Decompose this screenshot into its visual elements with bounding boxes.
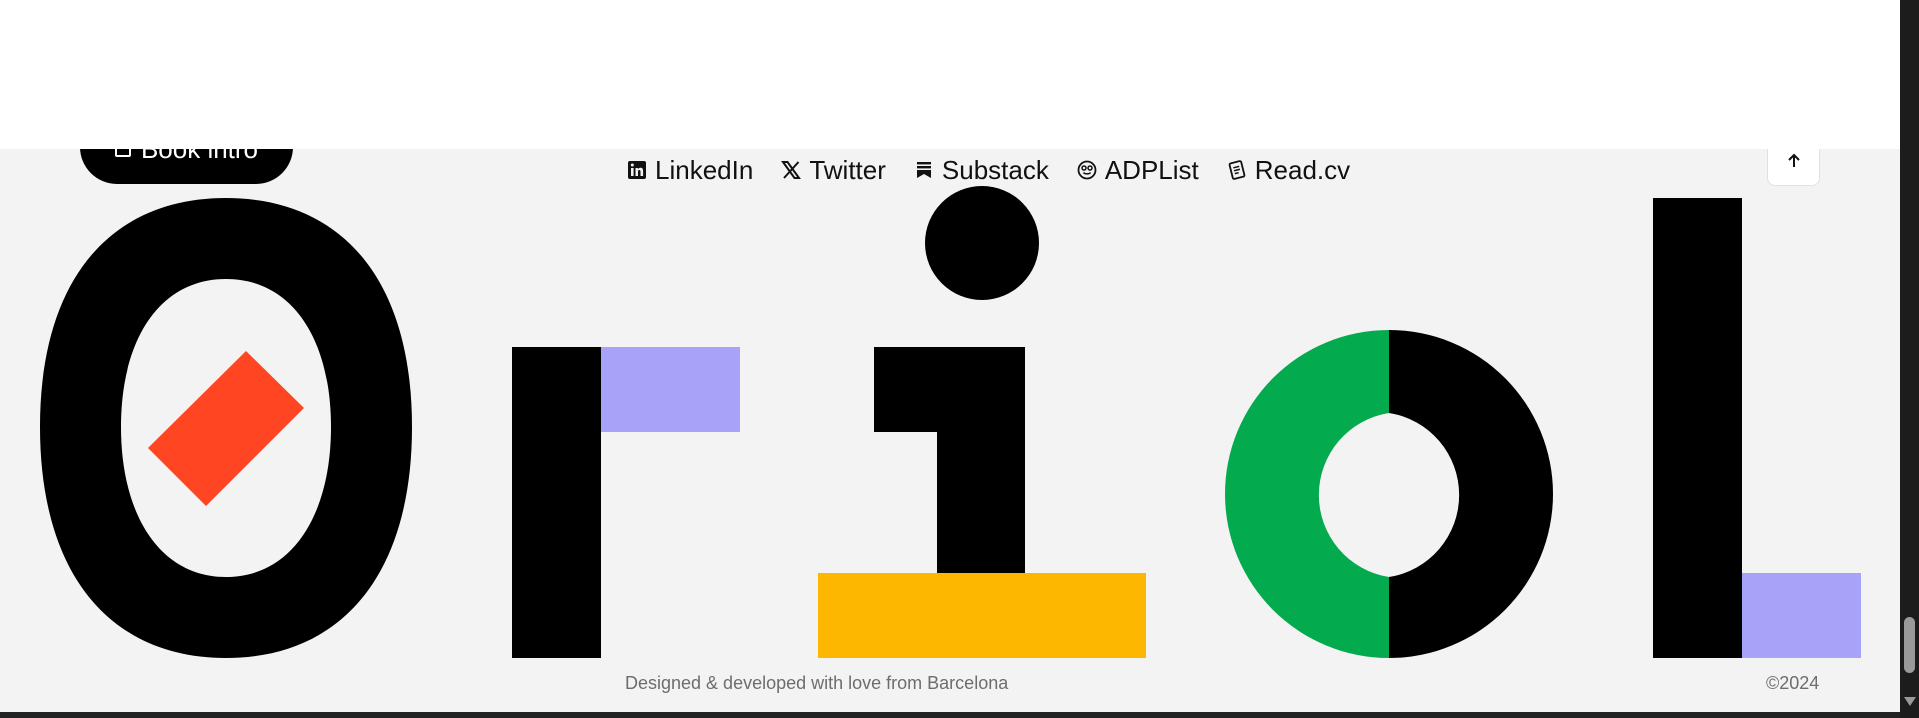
footer-credit: Designed & developed with love from Barc… [625, 673, 1009, 693]
x-twitter-icon [781, 161, 802, 179]
substack-icon [916, 162, 931, 178]
social-link-label: Substack [941, 154, 1049, 185]
letter-r-stem [512, 347, 601, 658]
linkedin-icon [628, 161, 646, 179]
vertical-scrollbar[interactable] [1900, 0, 1919, 718]
social-link-label: Read.cv [1254, 154, 1351, 185]
social-link-linkedin[interactable]: LinkedIn [627, 155, 753, 186]
social-link-readcv[interactable]: Read.cv [1227, 155, 1350, 186]
letter-i-base [818, 573, 1146, 658]
adplist-icon [1077, 160, 1097, 180]
letter-i-dot [925, 186, 1039, 300]
social-link-adplist[interactable]: ADPList [1077, 155, 1199, 186]
letter-l-foot [1742, 573, 1861, 658]
social-links: LinkedIn Twitter Substack ADPList Read.c… [627, 152, 1350, 188]
social-link-label: ADPList [1104, 154, 1199, 185]
letter-l-stem [1653, 198, 1742, 658]
social-link-substack[interactable]: Substack [914, 155, 1049, 186]
social-link-label: Twitter [809, 154, 886, 185]
social-link-label: LinkedIn [655, 154, 754, 185]
top-header-bar [0, 0, 1900, 149]
scroll-down-arrow-icon[interactable] [1904, 697, 1916, 706]
arrow-up-icon [1787, 153, 1800, 167]
footer-copyright: ©2024 [1766, 673, 1820, 693]
letter-i-stem [874, 347, 1025, 573]
social-link-twitter[interactable]: Twitter [781, 155, 886, 186]
scrollbar-thumb[interactable] [1904, 617, 1915, 673]
letter-o-left-half [1225, 330, 1389, 658]
readcv-icon [1228, 160, 1246, 180]
letter-r-arm [601, 347, 740, 432]
letter-o-accent-diamond [148, 351, 304, 506]
letter-o-right-half [1389, 330, 1553, 658]
